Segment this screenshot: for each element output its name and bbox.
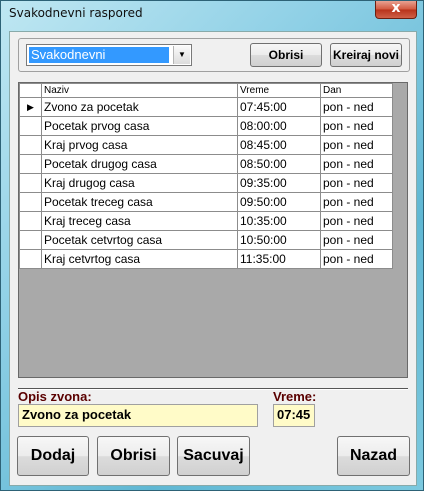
app-window: Svakodnevni raspored x Svakodnevni ▼ Obr… [0,0,424,491]
close-icon: x [391,0,401,16]
row-header[interactable] [19,249,42,269]
cell-naziv[interactable]: Pocetak cetvrtog casa [41,230,238,250]
table-row[interactable]: Pocetak treceg casa 09:50:00 pon - ned [19,192,393,212]
cell-naziv[interactable]: Kraj drugog casa [41,173,238,193]
cell-vreme[interactable]: 08:50:00 [237,154,321,174]
table-row[interactable]: Pocetak drugog casa 08:50:00 pon - ned [19,154,393,174]
table-header-row: Naziv Vreme Dan [19,83,393,98]
schedule-table: Naziv Vreme Dan ▶ Zvono za pocetak 07:45… [19,83,393,269]
chevron-down-icon[interactable]: ▼ [173,46,190,64]
table-row[interactable]: Kraj cetvrtog casa 11:35:00 pon - ned [19,249,393,269]
cell-naziv[interactable]: Pocetak drugog casa [41,154,238,174]
cell-vreme[interactable]: 11:35:00 [237,249,321,269]
bell-schedule-grid[interactable]: Naziv Vreme Dan ▶ Zvono za pocetak 07:45… [18,82,408,378]
cell-dan[interactable]: pon - ned [320,211,393,231]
row-header[interactable] [19,211,42,231]
column-header-naziv[interactable]: Naziv [41,83,238,98]
cell-vreme[interactable]: 10:50:00 [237,230,321,250]
vreme-input[interactable]: 07:45 [273,404,315,427]
row-header-corner [19,83,42,98]
schedule-select[interactable]: Svakodnevni ▼ [26,44,192,66]
close-button[interactable]: x [375,0,417,19]
title-bar[interactable]: Svakodnevni raspored x [1,0,423,25]
opis-label: Opis zvona: [18,389,92,404]
save-button[interactable]: Sacuvaj [177,436,250,476]
cell-dan[interactable]: pon - ned [320,230,393,250]
row-header[interactable] [19,230,42,250]
cell-dan[interactable]: pon - ned [320,192,393,212]
cell-vreme[interactable]: 08:00:00 [237,116,321,136]
cell-naziv[interactable]: Pocetak prvog casa [41,116,238,136]
cell-naziv[interactable]: Pocetak treceg casa [41,192,238,212]
back-button[interactable]: Nazad [337,436,410,476]
table-row[interactable]: Pocetak cetvrtog casa 10:50:00 pon - ned [19,230,393,250]
current-row-icon: ▶ [19,97,42,117]
table-row[interactable]: Kraj prvog casa 08:45:00 pon - ned [19,135,393,155]
window-title: Svakodnevni raspored [9,6,143,20]
cell-dan[interactable]: pon - ned [320,97,393,117]
cell-dan[interactable]: pon - ned [320,154,393,174]
add-button[interactable]: Dodaj [17,436,89,476]
cell-vreme[interactable]: 07:45:00 [237,97,321,117]
delete-schedule-button[interactable]: Obrisi [250,43,322,67]
cell-naziv[interactable]: Kraj cetvrtog casa [41,249,238,269]
table-row[interactable]: Kraj drugog casa 09:35:00 pon - ned [19,173,393,193]
cell-naziv[interactable]: Kraj treceg casa [41,211,238,231]
cell-vreme[interactable]: 09:35:00 [237,173,321,193]
cell-dan[interactable]: pon - ned [320,135,393,155]
create-schedule-button[interactable]: Kreiraj novi [330,43,402,67]
row-header[interactable] [19,192,42,212]
cell-dan[interactable]: pon - ned [320,173,393,193]
cell-vreme[interactable]: 10:35:00 [237,211,321,231]
cell-vreme[interactable]: 09:50:00 [237,192,321,212]
row-header[interactable] [19,154,42,174]
cell-naziv[interactable]: Zvono za pocetak [41,97,238,117]
vreme-label: Vreme: [273,389,317,404]
client-area: Svakodnevni ▼ Obrisi Kreiraj novi Naziv … [9,31,417,486]
cell-dan[interactable]: pon - ned [320,116,393,136]
column-header-vreme[interactable]: Vreme [237,83,321,98]
row-header[interactable] [19,116,42,136]
schedule-select-value: Svakodnevni [29,47,169,63]
row-header[interactable] [19,135,42,155]
row-header[interactable] [19,173,42,193]
delete-button[interactable]: Obrisi [97,436,170,476]
opis-input[interactable]: Zvono za pocetak [18,404,258,427]
column-header-dan[interactable]: Dan [320,83,393,98]
table-row[interactable]: Kraj treceg casa 10:35:00 pon - ned [19,211,393,231]
table-row[interactable]: Pocetak prvog casa 08:00:00 pon - ned [19,116,393,136]
cell-dan[interactable]: pon - ned [320,249,393,269]
cell-vreme[interactable]: 08:45:00 [237,135,321,155]
cell-naziv[interactable]: Kraj prvog casa [41,135,238,155]
table-row[interactable]: ▶ Zvono za pocetak 07:45:00 pon - ned [19,97,393,117]
